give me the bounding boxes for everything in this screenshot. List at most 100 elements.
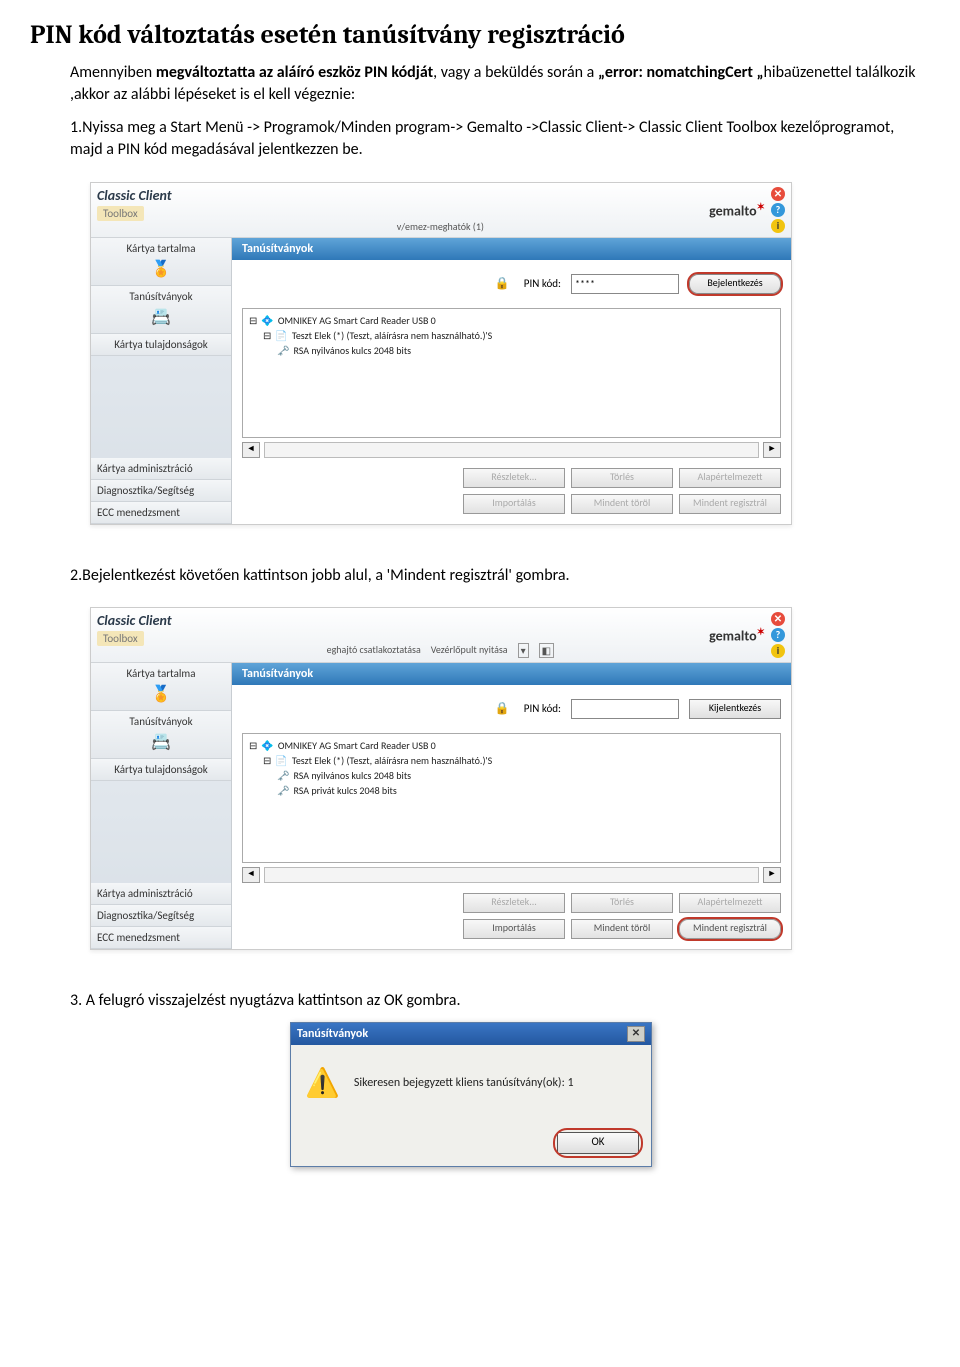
dialog-confirmation: Tanúsítványok ✕ ⚠️ Sikeresen bejegyzett … [290,1022,652,1167]
import-button[interactable]: Importálás [463,494,565,514]
delete-all-button[interactable]: Mindent töröl [571,919,673,939]
sidebar-item-card-admin[interactable]: Kártya adminisztráció [91,883,231,905]
certificate-tree[interactable]: ⊟💠OMNIKEY AG Smart Card Reader USB 0 ⊟📄T… [242,733,781,863]
sidebar-label: Kártya adminisztráció [97,462,193,475]
ok-button[interactable]: OK [557,1132,639,1154]
pin-label: PIN kód: [524,702,561,715]
scrollbar-track[interactable] [264,442,759,458]
intro-text-c: , vagy a beküldés során a [433,63,598,82]
sidebar-label: Kártya adminisztráció [97,887,193,900]
dialog-message: Sikeresen bejegyzett kliens tanúsítvány(… [354,1076,574,1090]
sidebar-label: Kártya tartalma [127,242,196,255]
delete-button[interactable]: Törlés [571,468,673,488]
screenshot-1: Classic Client Toolbox v/emez-meghatók (… [90,182,792,525]
delete-button[interactable]: Törlés [571,893,673,913]
step-1: 1.Nyissa meg a Start Menü -> Programok/M… [70,117,930,162]
header-path-a: eghajtó csatlakoztatása [327,643,421,658]
sidebar-item-diag[interactable]: Diagnosztika/Segítség [91,905,231,927]
scroll-right-button[interactable]: ► [763,867,781,883]
close-icon[interactable]: ✕ [771,187,785,201]
sidebar-item-card-content[interactable]: Kártya tartalma 🏅 [91,238,231,286]
dialog-close-button[interactable]: ✕ [627,1026,645,1042]
intro-text-b: megváltoztatta az aláíró eszköz PIN kódj… [156,63,433,82]
certificate-icon: 📇 [149,730,173,754]
brand-label: gemalto✶ [709,200,765,220]
minus-icon[interactable]: ⊟ [263,753,271,768]
lock-icon: 🔒 [495,701,510,716]
tree-cert: Teszt Elek (*) (Teszt, aláírásra nem has… [292,753,492,768]
step-3: 3. A felugró visszajelzést nyugtázva kat… [70,990,930,1012]
default-button[interactable]: Alapértelmezett [679,468,781,488]
warning-icon: ⚠️ [305,1065,340,1100]
key-icon: 🗝️ [277,783,289,798]
sidebar-label: Tanúsítványok [129,715,192,728]
sidebar-label: Kártya tulajdonságok [114,763,208,776]
sidebar-label: Kártya tartalma [127,667,196,680]
tab-certificates: Tanúsítványok [232,238,791,260]
minus-icon[interactable]: ⊟ [249,313,257,328]
close-icon[interactable]: ✕ [771,612,785,626]
tree-reader: OMNIKEY AG Smart Card Reader USB 0 [278,738,436,753]
login-button[interactable]: Bejelentkezés [689,274,781,294]
certificate-tree[interactable]: ⊟💠OMNIKEY AG Smart Card Reader USB 0 ⊟📄T… [242,308,781,438]
dropdown-icon[interactable]: ▾ [518,643,529,658]
register-all-button[interactable]: Mindent regisztrál [679,494,781,514]
page-title: PIN kód változtatás esetén tanúsítvány r… [30,20,930,50]
sidebar-label: ECC menedzsment [97,506,180,519]
intro-paragraph: Amennyiben megváltoztatta az aláíró eszk… [70,62,930,107]
header-path: v/emez-meghatók (1) [397,220,484,233]
sidebar-item-certificates[interactable]: Tanúsítványok 📇 [91,286,231,334]
sidebar-item-card-admin[interactable]: Kártya adminisztráció [91,458,231,480]
app-logo-title: Classic Client [97,612,172,629]
tree-reader: OMNIKEY AG Smart Card Reader USB 0 [278,313,436,328]
delete-all-button[interactable]: Mindent töröl [571,494,673,514]
details-button[interactable]: Részletek... [463,468,565,488]
logout-button[interactable]: Kijelentkezés [689,699,781,719]
sidebar-label: Diagnosztika/Segítség [97,909,194,922]
intro-text-a: Amennyiben [70,63,156,82]
sidebar-item-card-content[interactable]: Kártya tartalma 🏅 [91,663,231,711]
header-path-b: Vezérlőpult nyitása [431,643,508,658]
sidebar-item-certificates[interactable]: Tanúsítványok 📇 [91,711,231,759]
help-icon[interactable]: ? [771,628,785,642]
brand-label: gemalto✶ [709,625,765,645]
sidebar-item-card-props[interactable]: Kártya tulajdonságok [91,334,231,356]
sidebar-item-diag[interactable]: Diagnosztika/Segítség [91,480,231,502]
reader-icon: 💠 [261,738,273,753]
scroll-left-button[interactable]: ◄ [242,442,260,458]
minus-icon[interactable]: ⊟ [249,738,257,753]
screenshot-2: Classic Client Toolbox eghajtó csatlakoz… [90,607,792,950]
import-button[interactable]: Importálás [463,919,565,939]
register-all-button[interactable]: Mindent regisztrál [679,919,781,939]
scroll-left-button[interactable]: ◄ [242,867,260,883]
certificate-icon: 📇 [149,305,173,329]
sidebar-label: Diagnosztika/Segítség [97,484,194,497]
lock-icon: 🔒 [495,276,510,291]
dialog-title-text: Tanúsítványok [297,1027,368,1041]
sidebar-item-ecc[interactable]: ECC menedzsment [91,502,231,524]
card-icon: 🏅 [149,682,173,706]
cert-icon: 📄 [275,753,287,768]
sidebar-item-card-props[interactable]: Kártya tulajdonságok [91,759,231,781]
scrollbar-track[interactable] [264,867,759,883]
default-button[interactable]: Alapértelmezett [679,893,781,913]
intro-text-d: „error: nomatchingCert „ [598,63,764,82]
info-icon[interactable]: i [771,644,785,658]
details-button[interactable]: Részletek... [463,893,565,913]
pin-input[interactable]: **** [571,274,679,294]
help-icon[interactable]: ? [771,203,785,217]
scroll-right-button[interactable]: ► [763,442,781,458]
tree-privkey: RSA privát kulcs 2048 bits [293,783,396,798]
pin-input[interactable] [571,699,679,719]
minus-icon[interactable]: ⊟ [263,328,271,343]
app-logo-title: Classic Client [97,187,172,204]
tree-pubkey: RSA nyilvános kulcs 2048 bits [293,768,411,783]
info-icon[interactable]: i [771,219,785,233]
key-icon: 🗝️ [277,768,289,783]
view-icon[interactable]: ◧ [539,643,554,658]
brand-mark: ✶ [757,625,765,638]
sidebar-label: Tanúsítványok [129,290,192,303]
pin-label: PIN kód: [524,277,561,290]
sidebar-label: Kártya tulajdonságok [114,338,208,351]
sidebar-item-ecc[interactable]: ECC menedzsment [91,927,231,949]
